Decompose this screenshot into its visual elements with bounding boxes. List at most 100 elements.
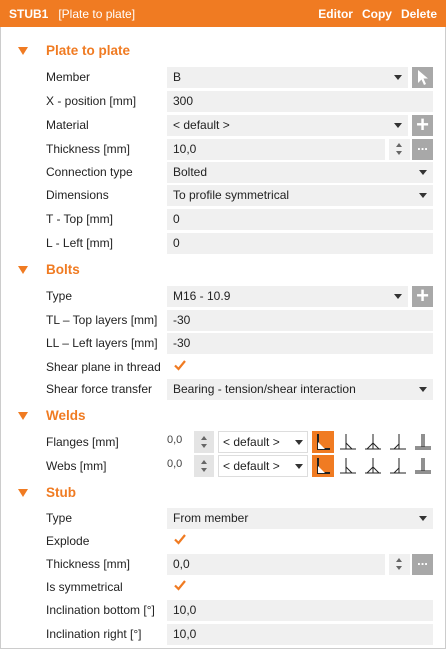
- stub-thickness-label: Thickness [mm]: [46, 557, 131, 571]
- left-layers-row: LL – Left layers [mm] -30: [1, 332, 445, 354]
- spin-up-icon[interactable]: [201, 460, 207, 464]
- ellipsis-icon: ...: [417, 138, 428, 153]
- symmetrical-label: Is symmetrical: [46, 580, 123, 594]
- thickness-label: Thickness [mm]: [46, 142, 131, 156]
- collapse-triangle-icon[interactable]: [18, 47, 28, 55]
- stub-thickness-row: Thickness [mm] 0,0 ...: [1, 553, 445, 575]
- ellipsis-icon: ...: [417, 553, 428, 568]
- stub-thickness-input[interactable]: 0,0: [167, 554, 385, 575]
- spin-up-icon[interactable]: [201, 436, 207, 440]
- thickness-more-button[interactable]: ...: [412, 139, 433, 160]
- double-fillet-weld-icon[interactable]: [362, 455, 384, 477]
- stub-type-select[interactable]: From member: [167, 508, 433, 529]
- top-row: T - Top [mm] 0: [1, 208, 445, 230]
- shear-transfer-select[interactable]: Bearing - tension/shear interaction: [167, 379, 433, 400]
- plus-icon: +: [416, 112, 429, 137]
- webs-label: Webs [mm]: [46, 459, 107, 473]
- member-row: Member B: [1, 66, 445, 88]
- inclination-right-row: Inclination right [°] 10,0: [1, 623, 445, 645]
- single-bevel-weld-icon[interactable]: [337, 431, 359, 453]
- material-row: Material < default > +: [1, 114, 445, 136]
- collapse-triangle-icon[interactable]: [18, 266, 28, 274]
- spin-down-icon[interactable]: [201, 468, 207, 472]
- section-title: Bolts: [46, 262, 80, 277]
- bolt-type-row: Type M16 - 10.9 +: [1, 285, 445, 307]
- member-select[interactable]: B: [167, 67, 408, 88]
- stub-thickness-more-button[interactable]: ...: [412, 554, 433, 575]
- delete-button[interactable]: Delete: [401, 7, 437, 21]
- spin-down-icon[interactable]: [396, 566, 402, 570]
- section-title: Stub: [46, 485, 76, 500]
- shear-transfer-row: Shear force transfer Bearing - tension/s…: [1, 378, 445, 400]
- connection-type-row: Connection type Bolted: [1, 161, 445, 183]
- copy-button[interactable]: Copy: [362, 7, 392, 21]
- symmetrical-row: Is symmetrical: [1, 576, 445, 598]
- checkmark-icon[interactable]: [173, 532, 187, 546]
- webs-weld-thickness[interactable]: 0,0: [167, 458, 182, 470]
- top-layers-label: TL – Top layers [mm]: [46, 313, 158, 327]
- one-side-fillet-weld-icon[interactable]: [387, 455, 409, 477]
- plus-icon: +: [416, 283, 429, 308]
- webs-weld-material-select[interactable]: < default >: [218, 455, 308, 477]
- collapse-triangle-icon[interactable]: [18, 489, 28, 497]
- connection-type-select[interactable]: Bolted: [167, 162, 433, 183]
- double-fillet-weld-icon[interactable]: [362, 431, 384, 453]
- x-position-input[interactable]: 300: [167, 91, 433, 112]
- select-member-button[interactable]: [412, 67, 433, 88]
- inclination-right-label: Inclination right [°]: [46, 627, 142, 641]
- panel-subtitle: [Plate to plate]: [58, 6, 136, 21]
- panel-title: STUB1: [9, 6, 49, 21]
- left-layers-input[interactable]: -30: [167, 333, 433, 354]
- stub-type-row: Type From member: [1, 507, 445, 529]
- thickness-stepper[interactable]: [389, 139, 410, 160]
- collapse-triangle-icon[interactable]: [18, 412, 28, 420]
- thickness-row: Thickness [mm] 10,0 ...: [1, 138, 445, 160]
- left-input[interactable]: 0: [167, 233, 433, 254]
- top-layers-input[interactable]: -30: [167, 310, 433, 331]
- butt-weld-icon[interactable]: [412, 455, 434, 477]
- spin-down-icon[interactable]: [201, 444, 207, 448]
- spin-up-icon[interactable]: [396, 143, 402, 147]
- member-label: Member: [46, 70, 91, 84]
- checkmark-icon[interactable]: [173, 578, 187, 592]
- header-actions: Editor Copy Delete: [318, 7, 446, 21]
- top-input[interactable]: 0: [167, 209, 433, 230]
- shear-plane-label: Shear plane in thread: [46, 360, 161, 374]
- spin-down-icon[interactable]: [396, 151, 402, 155]
- explode-row: Explode: [1, 530, 445, 552]
- section-bolts[interactable]: Bolts: [1, 259, 445, 281]
- flanges-weld-material-select[interactable]: < default >: [218, 431, 308, 453]
- webs-weld-row: Webs [mm] 0,0 < default >: [1, 455, 445, 477]
- webs-weld-stepper[interactable]: [194, 455, 214, 477]
- top-label: T - Top [mm]: [46, 212, 113, 226]
- section-welds[interactable]: Welds: [1, 405, 445, 427]
- checkmark-icon[interactable]: [173, 358, 187, 372]
- shear-transfer-label: Shear force transfer: [46, 382, 153, 396]
- thickness-input[interactable]: 10,0: [167, 139, 385, 160]
- one-side-fillet-weld-icon[interactable]: [387, 431, 409, 453]
- stub-thickness-stepper[interactable]: [389, 554, 410, 575]
- add-material-button[interactable]: +: [412, 112, 433, 137]
- flanges-label: Flanges [mm]: [46, 435, 119, 449]
- editor-button[interactable]: Editor: [318, 7, 353, 21]
- left-row: L - Left [mm] 0: [1, 232, 445, 254]
- material-select[interactable]: < default >: [167, 115, 408, 136]
- section-stub[interactable]: Stub: [1, 482, 445, 504]
- inclination-bottom-input[interactable]: 10,0: [167, 600, 433, 621]
- material-label: Material: [46, 118, 89, 132]
- flanges-weld-stepper[interactable]: [194, 431, 214, 453]
- dimensions-select[interactable]: To profile symmetrical: [167, 185, 433, 206]
- butt-weld-icon[interactable]: [412, 431, 434, 453]
- single-bevel-weld-icon[interactable]: [337, 455, 359, 477]
- inclination-right-input[interactable]: 10,0: [167, 624, 433, 645]
- connection-type-label: Connection type: [46, 165, 133, 179]
- flanges-weld-thickness[interactable]: 0,0: [167, 434, 182, 446]
- section-plate-to-plate[interactable]: Plate to plate: [1, 40, 445, 62]
- fillet-weld-icon[interactable]: [312, 431, 334, 453]
- top-layers-row: TL – Top layers [mm] -30: [1, 309, 445, 331]
- bolt-type-select[interactable]: M16 - 10.9: [167, 286, 408, 307]
- properties-panel: Plate to plate Member B X - position [mm…: [0, 27, 446, 649]
- spin-up-icon[interactable]: [396, 558, 402, 562]
- fillet-weld-icon[interactable]: [312, 455, 334, 477]
- add-bolt-button[interactable]: +: [412, 283, 433, 308]
